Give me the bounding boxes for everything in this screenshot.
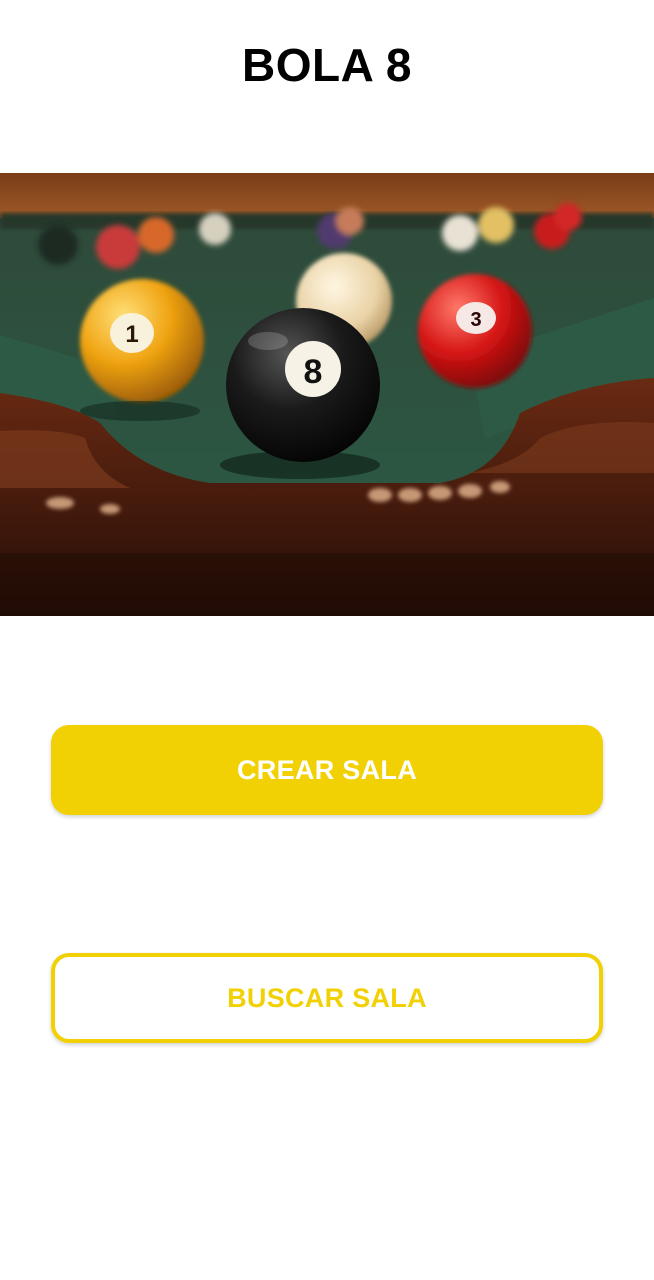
ball-1-label: 1 — [125, 321, 138, 348]
page-title: BOLA 8 — [242, 39, 412, 91]
ball-8-label: 8 — [304, 353, 323, 391]
create-room-button[interactable]: CREAR SALA — [51, 725, 603, 815]
main-screen: BOLA 8 1 3 8 CREAR SALA BUSCAR SALA — [0, 0, 654, 1280]
billiard-table-photo: 1 3 8 — [0, 173, 654, 616]
ball-3-label: 3 — [470, 309, 481, 331]
find-room-button[interactable]: BUSCAR SALA — [51, 953, 603, 1043]
